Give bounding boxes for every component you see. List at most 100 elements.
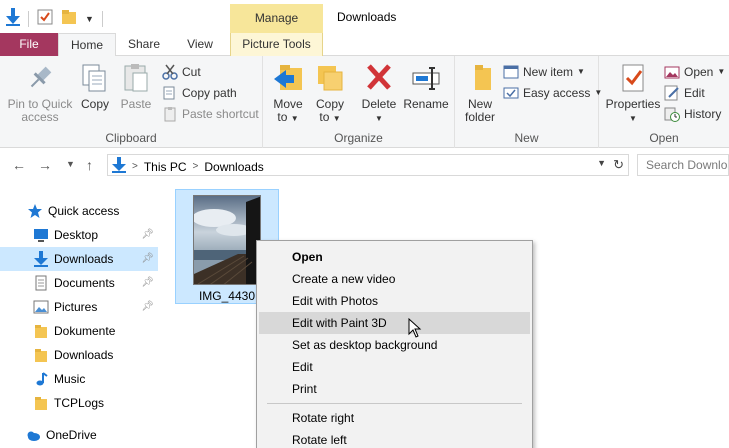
pin-icon[interactable]: 📌︎	[141, 301, 154, 312]
menu-item-edit-with-paint-3d[interactable]: Edit with Paint 3D	[259, 312, 530, 334]
breadcrumb-chevron-icon[interactable]: >	[132, 161, 138, 172]
pin-label-line2: access	[21, 110, 59, 124]
menu-item-open[interactable]: Open	[259, 246, 530, 268]
rename-label: Rename	[403, 97, 449, 111]
copy-to-button[interactable]: Copy to ▼	[313, 62, 347, 125]
new-folder-button[interactable]: New folder	[461, 62, 499, 124]
breadcrumb-downloads[interactable]: Downloads	[204, 160, 263, 174]
nav-item-documents[interactable]: Documents 📌︎	[0, 271, 158, 295]
cloud-icon	[25, 427, 41, 443]
folder-icon	[33, 323, 49, 339]
paste-shortcut-label: Paste shortcut	[182, 107, 259, 121]
qat-separator	[101, 10, 103, 27]
menu-item-create-new-video[interactable]: Create a new video	[259, 268, 530, 290]
breadcrumb-chevron-icon[interactable]: >	[193, 161, 199, 172]
delete-x-icon	[363, 62, 395, 94]
nav-item-dokumente[interactable]: Dokumente	[0, 319, 158, 343]
context-menu: Open Create a new video Edit with Photos…	[256, 240, 533, 448]
edit-button[interactable]: Edit	[664, 83, 705, 103]
properties-check-icon[interactable]	[37, 9, 53, 28]
paste-shortcut-icon	[162, 106, 178, 122]
navigation-pane: Quick access Desktop 📌︎ Downloads 📌︎ Doc…	[0, 182, 168, 448]
menu-item-set-as-desktop-background[interactable]: Set as desktop background	[259, 334, 530, 356]
new-group: New folder New item ▼ Easy access ▼ New	[455, 56, 602, 148]
pin-icon[interactable]: 📌︎	[141, 229, 154, 240]
address-dropdown-icon[interactable]: ▼	[597, 158, 606, 168]
menu-item-rotate-right[interactable]: Rotate right	[259, 407, 530, 429]
organize-group: Move to ▼ Copy to ▼ Delete ▼ Rename Orga…	[263, 56, 455, 148]
move-to-icon	[272, 62, 304, 94]
paste-label: Paste	[120, 97, 152, 111]
pin-icon	[24, 62, 56, 94]
forward-arrow-icon[interactable]: →	[38, 157, 52, 173]
tab-view[interactable]: View	[172, 33, 228, 56]
nav-item-pictures[interactable]: Pictures 📌︎	[0, 295, 158, 319]
move-to-button[interactable]: Move to ▼	[271, 62, 305, 125]
dropdown-arrow-icon: ▼	[290, 114, 299, 123]
manage-context-tab[interactable]: Manage	[230, 4, 323, 33]
nav-item-onedrive[interactable]: OneDrive	[0, 423, 158, 447]
tab-home[interactable]: Home	[58, 33, 116, 57]
cut-button[interactable]: Cut	[162, 62, 201, 82]
nav-item-quick-access[interactable]: Quick access	[0, 199, 158, 223]
pin-icon[interactable]: 📌︎	[141, 277, 154, 288]
tab-picture-tools[interactable]: Picture Tools	[230, 33, 323, 56]
tab-share[interactable]: Share	[118, 33, 170, 56]
search-input[interactable]: Search Downloads	[637, 154, 729, 176]
nav-item-desktop[interactable]: Desktop 📌︎	[0, 223, 158, 247]
music-icon	[33, 371, 49, 387]
rename-button[interactable]: Rename	[403, 62, 449, 111]
paste-icon	[120, 62, 152, 94]
open-button[interactable]: Open ▼	[664, 62, 725, 82]
qat-dropdown-icon[interactable]: ▼	[85, 14, 94, 24]
document-icon	[33, 275, 49, 291]
copy-path-button[interactable]: Copy path	[162, 83, 237, 103]
delete-label: Delete	[361, 97, 397, 111]
folder-icon	[33, 347, 49, 363]
nav-item-downloads-folder[interactable]: Downloads	[0, 343, 158, 367]
star-icon	[27, 203, 43, 219]
pin-to-quick-access-button[interactable]: Pin to Quick access	[6, 62, 74, 124]
up-arrow-icon[interactable]: ↑	[86, 157, 93, 173]
paste-shortcut-button[interactable]: Paste shortcut	[162, 104, 259, 124]
menu-item-edit-with-photos[interactable]: Edit with Photos	[259, 290, 530, 312]
copy-label: Copy	[80, 97, 109, 111]
menu-item-rotate-left[interactable]: Rotate left	[259, 429, 530, 448]
nav-item-tcplogs[interactable]: TCPLogs	[0, 391, 158, 415]
dropdown-arrow-icon: ▼	[717, 67, 726, 76]
new-item-button[interactable]: New item ▼	[503, 62, 585, 82]
breadcrumb-this-pc[interactable]: This PC	[144, 160, 187, 174]
download-arrow-icon[interactable]	[6, 8, 20, 29]
history-button[interactable]: History	[664, 104, 721, 124]
title-bar: ▼ Manage Downloads	[0, 0, 729, 33]
nav-item-label: Documents	[54, 276, 115, 290]
copy-path-icon	[162, 85, 178, 101]
nav-item-music[interactable]: Music	[0, 367, 158, 391]
new-folder-icon[interactable]	[61, 9, 77, 28]
new-item-label: New item	[523, 65, 574, 79]
properties-button[interactable]: Properties ▼	[605, 62, 661, 125]
back-arrow-icon[interactable]: ←	[12, 157, 26, 173]
dropdown-arrow-icon: ▼	[577, 67, 585, 76]
nav-item-downloads[interactable]: Downloads 📌︎	[0, 247, 158, 271]
clipboard-group-label: Clipboard	[105, 131, 157, 145]
nav-item-label: Pictures	[54, 300, 98, 314]
recent-locations-chevron-icon[interactable]: ▼	[66, 159, 75, 169]
menu-item-print[interactable]: Print	[259, 378, 530, 400]
menu-item-edit[interactable]: Edit	[259, 356, 530, 378]
refresh-icon[interactable]: ↻	[613, 157, 624, 173]
download-arrow-icon	[33, 251, 49, 267]
pin-icon[interactable]: 📌︎	[141, 253, 154, 264]
nav-item-label: TCPLogs	[54, 396, 105, 410]
window-title: Downloads	[337, 10, 397, 24]
clipboard-group: Pin to Quick access Copy Paste Cut Copy …	[0, 56, 263, 148]
copy-icon	[79, 62, 111, 94]
delete-button[interactable]: Delete ▼	[359, 62, 399, 125]
tab-file[interactable]: File	[0, 33, 58, 56]
paste-button[interactable]: Paste	[118, 62, 154, 111]
easy-access-button[interactable]: Easy access ▼	[503, 83, 602, 103]
address-bar[interactable]: > This PC > Downloads ▼ ↻	[107, 154, 629, 176]
properties-check-icon	[617, 62, 649, 94]
qat-separator	[28, 10, 29, 27]
copy-button[interactable]: Copy	[78, 62, 112, 111]
